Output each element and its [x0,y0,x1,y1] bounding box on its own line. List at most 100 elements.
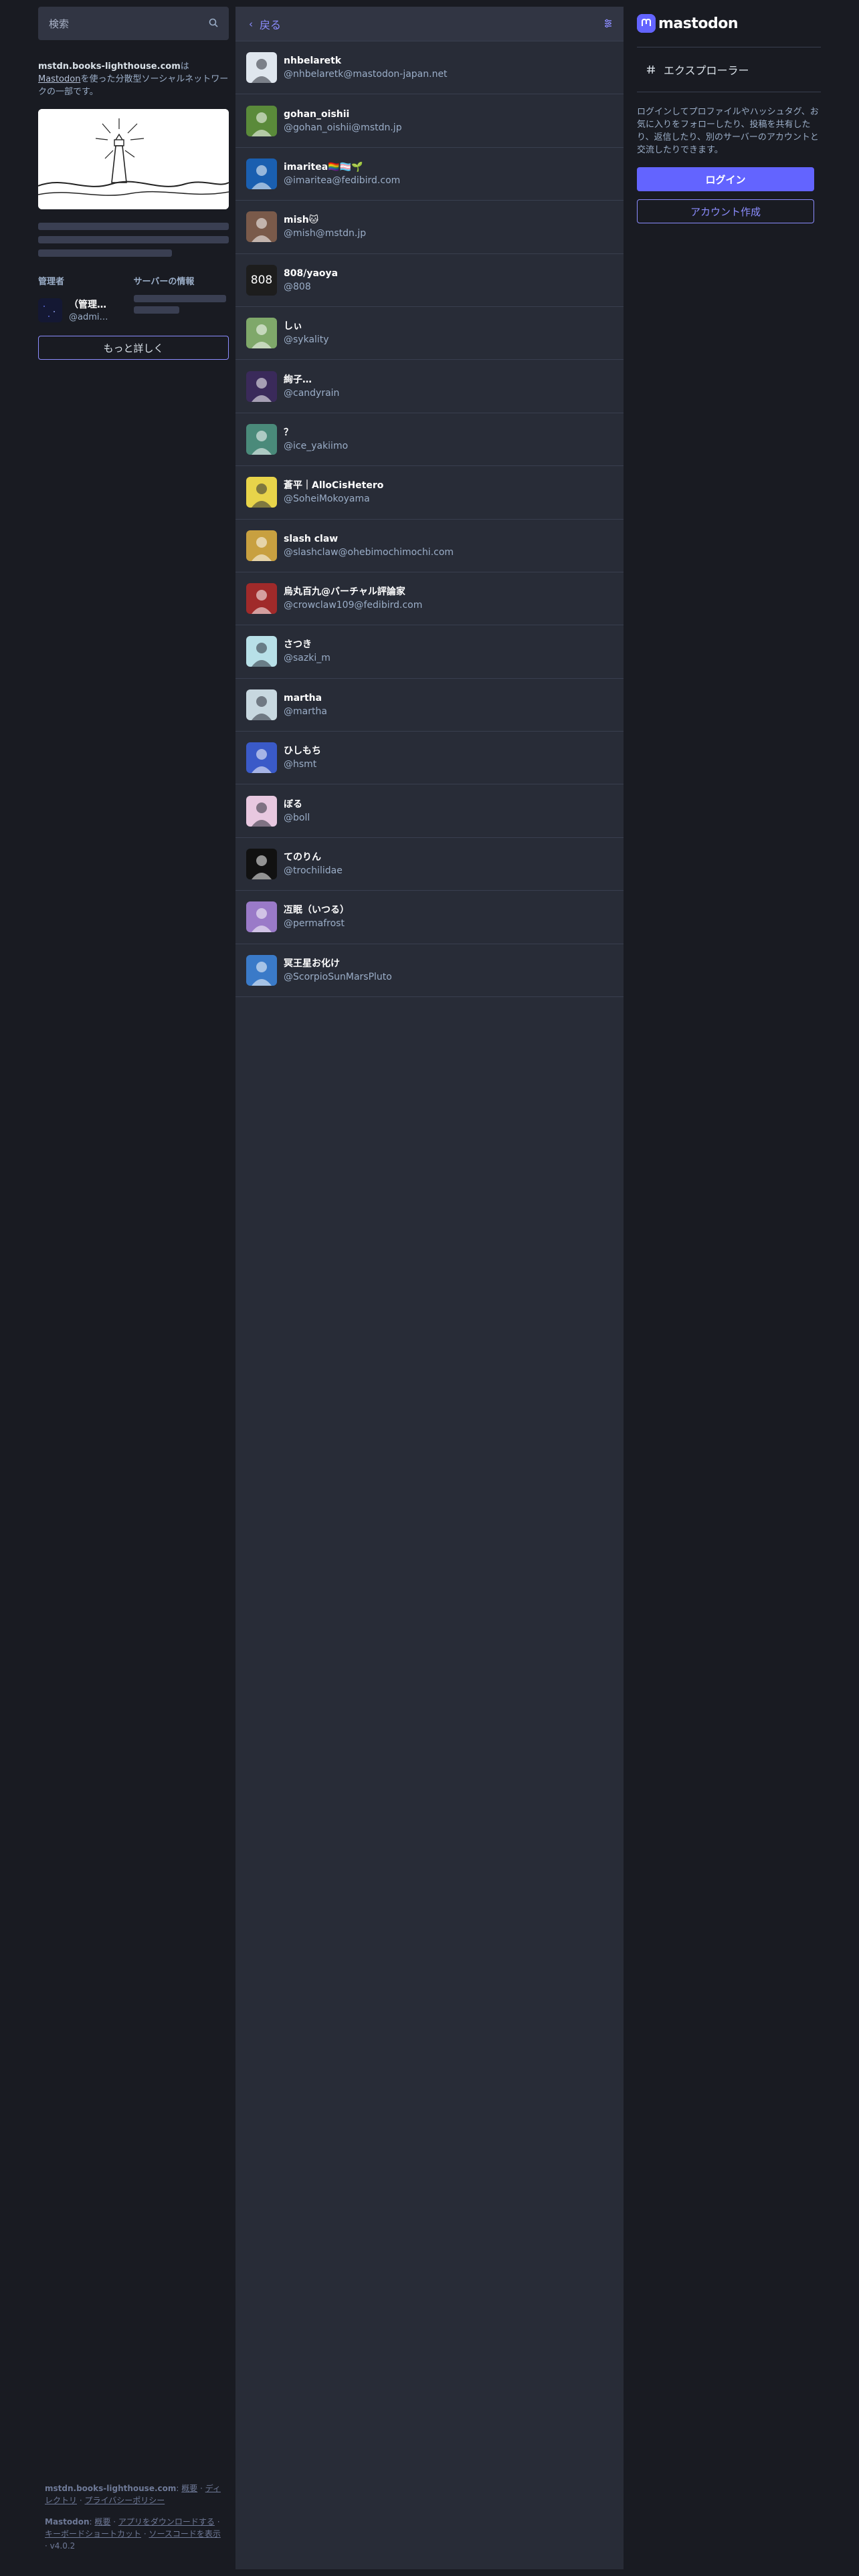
avatar [38,298,62,322]
account-handle: @crowclaw109@fedibird.com [284,600,423,611]
account-handle: @martha [284,706,327,717]
avatar: 808 [246,264,277,296]
account-handle: @mish@mstdn.jp [284,228,367,239]
admin-section: 管理者 （管理… @admi… [38,274,134,322]
login-button[interactable]: ログイン [637,167,814,191]
account-display-name: 絢子… [284,374,312,385]
hashtag-icon [647,65,655,74]
admin-heading: 管理者 [38,277,65,287]
server-description: mstdn.books-lighthouse.comはMastodonを使った分… [38,60,229,98]
avatar [246,689,277,720]
account-text: しぃ @sykality [284,320,329,346]
explore-link[interactable]: エクスプローラー [637,47,821,92]
account-text: 蒼平｜AlloCisHetero @SoheiMokoyama [284,479,383,506]
account-handle: @slashclaw@ohebimochimochi.com [284,546,454,558]
account-text: mish🐱 @mish@mstdn.jp [284,213,366,240]
mastodon-logo[interactable]: mastodon [637,7,821,40]
admin-handle: @admi… [69,312,108,322]
account-display-name: ひしもち [284,746,321,757]
learn-more-button[interactable]: もっと詳しく [38,336,229,360]
account-row[interactable]: mish🐱 @mish@mstdn.jp [235,201,624,254]
account-text: 絢子… @candyrain [284,373,339,400]
account-display-name: さつき [284,639,312,651]
account-text: imaritea🏳️‍🌈🏳️‍⚧️🌱 @imaritea@fedibird.com [284,160,400,187]
account-handle: @permafrost [284,918,345,930]
account-row[interactable]: 冱眠（いつる） @permafrost [235,891,624,944]
account-handle: @SoheiMokoyama [284,494,370,505]
footer-get-app-link[interactable]: アプリをダウンロードする [118,2517,215,2527]
skeleton-line [38,223,229,230]
account-display-name: ぼる [284,798,302,810]
account-row[interactable]: ひしもち @hsmt [235,732,624,785]
account-row[interactable]: ？ @ice_yakiimo [235,413,624,467]
account-handle: @nhbelaretk@mastodon-japan.net [284,69,448,80]
account-row[interactable]: 絢子… @candyrain [235,360,624,413]
search-box[interactable]: 検索 [38,7,229,40]
footer-mastodon-label: Mastodon [45,2517,90,2527]
account-row[interactable]: 蒼平｜AlloCisHetero @SoheiMokoyama [235,466,624,520]
avatar [246,795,277,827]
server-domain: mstdn.books-lighthouse.com [38,62,181,72]
footer-about-link[interactable]: 概要 [181,2484,197,2493]
search-icon [209,18,218,27]
skeleton-line [38,249,172,257]
account-text: ひしもち @hsmt [284,744,321,771]
account-row[interactable]: imaritea🏳️‍🌈🏳️‍⚧️🌱 @imaritea@fedibird.com [235,148,624,201]
footer-privacy-link[interactable]: プライバシーポリシー [84,2496,165,2505]
admin-account[interactable]: （管理… @admi… [38,298,134,322]
account-text: 冱眠（いつる） @permafrost [284,903,349,930]
account-row[interactable]: 烏丸百九@バーチャル評論家 @crowclaw109@fedibird.com [235,572,624,626]
right-column: mastodon エクスプローラー ログインしてプロファイルやハッシュタグ、お気… [637,7,821,223]
account-row[interactable]: 冥王星お化け @ScorpioSunMarsPluto [235,944,624,998]
avatar [246,105,277,136]
account-handle: @gohan_oishii@mstdn.jp [284,122,402,133]
search-input[interactable]: 検索 [49,17,69,31]
account-handle: @boll [284,812,310,823]
avatar [246,954,277,986]
account-row[interactable]: さつき @sazki_m [235,625,624,679]
logo-text: mastodon [658,15,739,32]
account-display-name: nhbelaretk [284,56,342,67]
server-info-heading: サーバーの情報 [133,277,195,287]
account-row[interactable]: しぃ @sykality [235,307,624,360]
chevron-left-icon: ‹ [249,17,253,30]
account-display-name: martha [284,692,322,704]
signup-button[interactable]: アカウント作成 [637,199,814,223]
login-description: ログインしてプロファイルやハッシュタグ、お気に入りをフォローしたり、投稿を共有し… [637,107,819,155]
avatar [246,530,277,561]
account-display-name: slash claw [284,533,339,544]
account-row[interactable]: 808 808/yaoya @808 [235,254,624,307]
account-text: 冥王星お化け @ScorpioSunMarsPluto [284,957,392,984]
back-button[interactable]: ‹ 戻る [249,16,281,32]
account-handle: @sazki_m [284,653,330,664]
account-row[interactable]: slash claw @slashclaw@ohebimochimochi.com [235,520,624,572]
skeleton-line [133,306,179,314]
mastodon-logo-icon [637,14,656,33]
footer-source-link[interactable]: ソースコードを表示 [149,2529,220,2539]
avatar [246,423,277,455]
account-row[interactable]: てのりん @trochilidae [235,838,624,891]
account-row[interactable]: martha @martha [235,679,624,732]
account-handle: @ScorpioSunMarsPluto [284,971,392,982]
skeleton-line [38,236,229,243]
account-display-name: 蒼平｜AlloCisHetero [284,480,384,492]
sliders-icon[interactable] [603,19,613,28]
account-row[interactable]: ぼる @boll [235,784,624,838]
mastodon-link[interactable]: Mastodon [38,74,80,84]
account-row[interactable]: gohan_oishii @gohan_oishii@mstdn.jp [235,94,624,148]
footer-shortcuts-link[interactable]: キーボードショートカット [45,2529,141,2539]
avatar [246,211,277,243]
account-display-name: mish🐱 [284,215,319,226]
account-display-name: 808/yaoya [284,267,339,279]
avatar [246,370,277,402]
desc-mid: は [180,62,189,72]
account-display-name: gohan_oishii [284,108,350,120]
footer-version: v4.0.2 [50,2541,76,2551]
footer-mastodon-about-link[interactable]: 概要 [94,2517,110,2527]
explore-label: エクスプローラー [664,64,749,77]
account-handle: @808 [284,281,311,292]
server-info-row: 管理者 （管理… @admi… サーバーの情報 [38,274,229,322]
avatar [246,636,277,667]
account-text: slash claw @slashclaw@ohebimochimochi.com [284,532,454,559]
account-row[interactable]: nhbelaretk @nhbelaretk@mastodon-japan.net [235,41,624,95]
